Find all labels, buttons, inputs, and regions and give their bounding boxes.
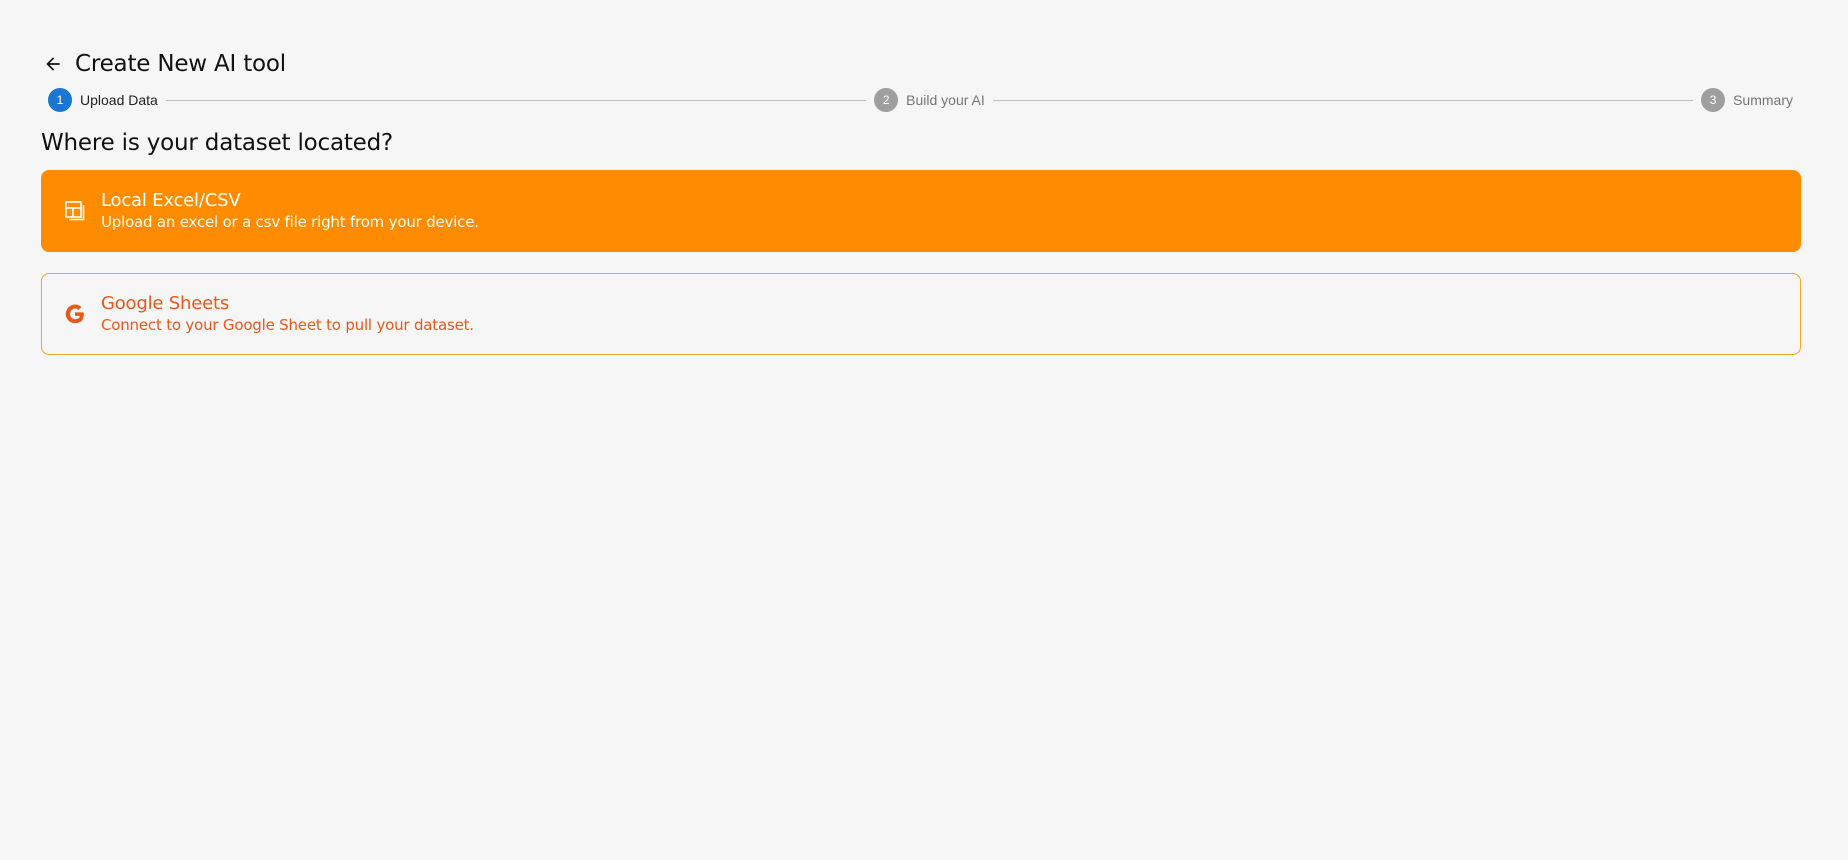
option-text: Google Sheets Connect to your Google She…	[101, 293, 474, 335]
step-number-badge: 2	[874, 88, 899, 112]
step-connector	[165, 99, 867, 101]
step-label: Summary	[1733, 92, 1793, 108]
option-title: Google Sheets	[101, 293, 230, 314]
option-text: Local Excel/CSV Upload an excel or a csv…	[101, 190, 479, 232]
option-description: Connect to your Google Sheet to pull you…	[101, 316, 474, 334]
step-connector	[992, 99, 1694, 101]
step-number-badge: 3	[1701, 88, 1726, 112]
option-google-sheets[interactable]: Google Sheets Connect to your Google She…	[41, 273, 1801, 355]
back-button[interactable]	[41, 52, 65, 76]
step-label: Upload Data	[80, 92, 158, 108]
spreadsheet-icon	[62, 198, 88, 224]
step-upload-data[interactable]: 1 Upload Data	[48, 88, 158, 112]
step-build-your-ai[interactable]: 2 Build your AI	[874, 88, 985, 112]
header: Create New AI tool	[41, 49, 286, 79]
option-local-excel-csv[interactable]: Local Excel/CSV Upload an excel or a csv…	[41, 170, 1801, 252]
step-summary[interactable]: 3 Summary	[1701, 88, 1793, 112]
section-question: Where is your dataset located?	[41, 130, 394, 156]
page-title: Create New AI tool	[75, 51, 286, 77]
option-description: Upload an excel or a csv file right from…	[101, 213, 479, 231]
google-icon	[62, 301, 88, 327]
step-number-badge: 1	[48, 88, 72, 112]
arrow-left-icon	[46, 57, 60, 71]
stepper: 1 Upload Data 2 Build your AI 3 Summary	[48, 88, 1793, 112]
page: Create New AI tool 1 Upload Data 2 Build…	[0, 0, 1848, 860]
step-label: Build your AI	[906, 92, 985, 108]
option-title: Local Excel/CSV	[101, 190, 241, 211]
